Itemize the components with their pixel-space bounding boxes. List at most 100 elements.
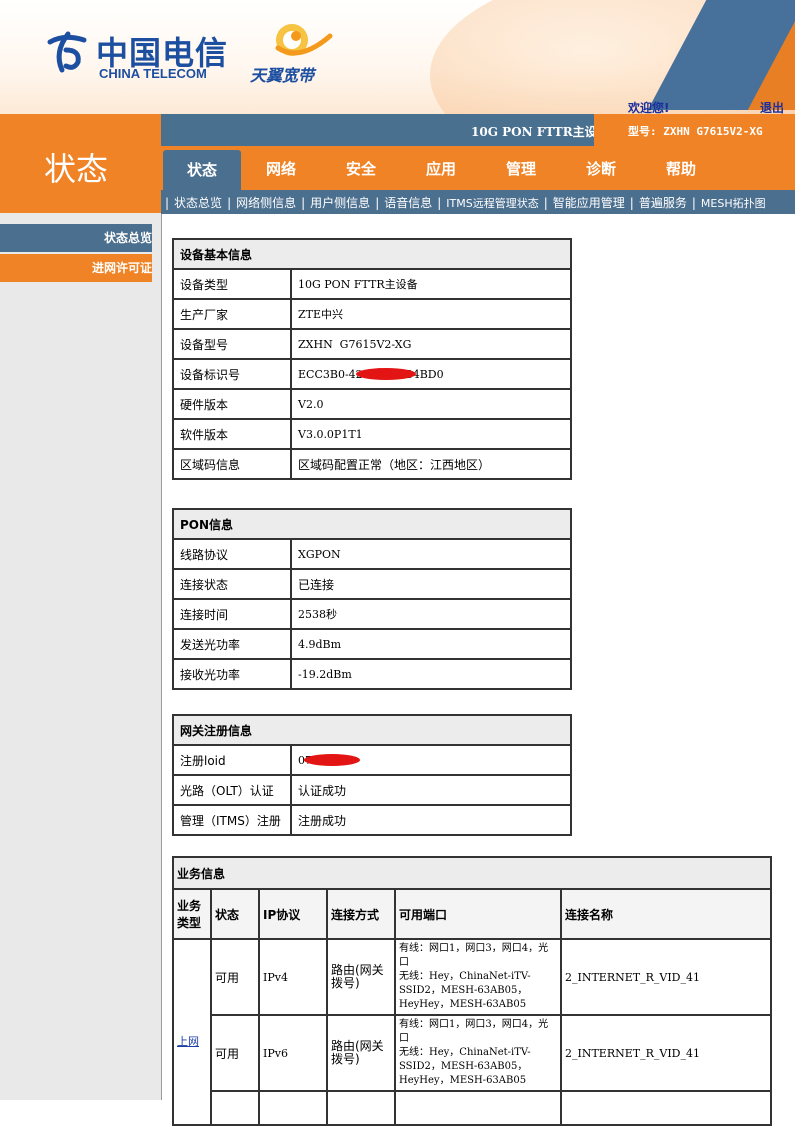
submenu-separator: |	[227, 196, 232, 210]
row-label: 光路（OLT）认证	[172, 774, 292, 806]
table-row: 注册loid07 96	[172, 744, 572, 776]
submenu-network-side-info[interactable]: 网络侧信息	[236, 196, 296, 210]
row-value: 已连接	[290, 568, 572, 600]
model-label: 型号: ZXHN G7615V2-XG	[628, 125, 763, 138]
table-row: 光路（OLT）认证 认证成功	[172, 774, 572, 806]
logout-link[interactable]: 退出	[760, 99, 784, 114]
empty-cell	[394, 1090, 562, 1126]
table-row: 接收光功率 -19.2dBm	[172, 658, 572, 690]
device-info-table: 设备基本信息 设备类型 10G PON FTTR主设备 生产厂家 ZTE中兴 设备型…	[172, 238, 572, 480]
table-row: 软件版本 V3.0.0P1T1	[172, 418, 572, 450]
left-sidebar	[0, 213, 161, 1100]
row-value: V3.0.0P1T1	[290, 418, 572, 450]
table-row: 生产厂家 ZTE中兴	[172, 298, 572, 330]
model-badge: 型号: ZXHN G7615V2-XG	[594, 114, 795, 146]
row-value: 10G PON FTTR主设备	[290, 268, 572, 300]
device-info-bar: 10G PON FTTR主设备 型号: ZXHN G7615V2-XG	[161, 114, 795, 146]
available-ports-cell: 有线：网口1，网口3，网口4，光口 无线：Hey，ChinaNet-iTV-SS…	[394, 1014, 562, 1092]
row-label: 管理（ITMS）注册	[172, 804, 292, 836]
connection-mode-cell: 路由(网关拨号)	[326, 1014, 396, 1092]
row-label: 软件版本	[172, 418, 292, 450]
table-header-row: 业务类型 状态 IP协议 连接方式 可用端口 连接名称	[172, 888, 772, 940]
page-title: 状态	[44, 150, 109, 188]
pon-info-table: PON信息 线路协议 XGPON 连接状态 已连接 连接时间 2538秒 发送光功率 4…	[172, 508, 572, 690]
tab-help[interactable]: 帮助	[641, 146, 721, 190]
table-row: 设备型号 ZXHN G7615V2-XG	[172, 328, 572, 360]
row-value: 2538秒	[290, 598, 572, 630]
tab-diagnosis[interactable]: 诊断	[561, 146, 641, 190]
china-telecom-emblem-icon	[47, 31, 87, 73]
submenu-separator: |	[543, 196, 548, 210]
row-value: 区域码配置正常（地区：江西地区）	[290, 448, 572, 480]
row-value: V2.0	[290, 388, 572, 420]
row-value: XGPON	[290, 538, 572, 570]
status-cell: 可用	[210, 938, 260, 1016]
section-title-block: 状态	[0, 114, 161, 213]
row-value: 07 96	[290, 744, 572, 776]
tianyi-swirl-icon	[275, 24, 333, 56]
submenu-mesh-topology[interactable]: MESH拓扑图	[701, 197, 766, 210]
row-value: -19.2dBm	[290, 658, 572, 690]
empty-cell	[210, 1090, 260, 1126]
submenu-user-side-info[interactable]: 用户侧信息	[310, 196, 370, 210]
submenu-separator: |	[437, 196, 442, 210]
submenu-smart-app[interactable]: 智能应用管理	[553, 196, 625, 210]
sidebar-item-network-license[interactable]: 进网许可证	[0, 254, 152, 282]
row-value: 认证成功	[290, 774, 572, 806]
service-type-cell: 上网	[172, 938, 212, 1126]
row-label: 注册loid	[172, 744, 292, 776]
tab-security[interactable]: 安全	[321, 146, 401, 190]
table-row: 上网 可用 IPv4 路由(网关拨号) 有线：网口1，网口3，网口4，光口 无线…	[172, 938, 772, 1126]
column-header: 状态	[210, 888, 260, 940]
submenu-voice-info[interactable]: 语音信息	[384, 196, 432, 210]
gateway-info-title: 网关注册信息	[172, 714, 572, 746]
submenu-universal-service[interactable]: 普遍服务	[639, 196, 687, 210]
row-value: 4.9dBm	[290, 628, 572, 660]
empty-cell	[560, 1090, 772, 1126]
row-label: 设备类型	[172, 268, 292, 300]
business-info-title: 业务信息	[172, 856, 772, 890]
row-value: 注册成功	[290, 804, 572, 836]
tab-network[interactable]: 网络	[241, 146, 321, 190]
gateway-registration-table: 网关注册信息 注册loid07 96 光路（OLT）认证认证成功 管理（ITMS…	[172, 714, 572, 836]
business-info-table: 业务信息 业务类型 状态 IP协议 连接方式 可用端口 连接名称 上网 可用 I…	[172, 856, 772, 1126]
row-label: 硬件版本	[172, 388, 292, 420]
submenu-itms-status[interactable]: ITMS远程管理状态	[446, 197, 538, 210]
empty-cell	[326, 1090, 396, 1126]
column-header: 业务类型	[172, 888, 212, 940]
ip-protocol-cell: IPv6	[258, 1014, 328, 1092]
sub-nav-menu: | 状态总览 | 网络侧信息 | 用户侧信息 | 语音信息 | ITMS远程管理状态 | 智能应用管理…	[161, 190, 795, 214]
table-row: 连接时间 2538秒	[172, 598, 572, 630]
row-value: ZTE中兴	[290, 298, 572, 330]
pon-info-title: PON信息	[172, 508, 572, 540]
table-row: 发送光功率 4.9dBm	[172, 628, 572, 660]
sidebar-item-status-overview[interactable]: 状态总览	[0, 224, 152, 252]
tab-status[interactable]: 状态	[163, 150, 241, 190]
column-header: 可用端口	[394, 888, 562, 940]
row-label: 连接状态	[172, 568, 292, 600]
submenu-status-overview[interactable]: 状态总览	[174, 196, 222, 210]
row-label: 设备标识号	[172, 358, 292, 390]
table-row: 线路协议 XGPON	[172, 538, 572, 570]
device-info-title: 设备基本信息	[172, 238, 572, 270]
tab-management[interactable]: 管理	[481, 146, 561, 190]
row-label: 接收光功率	[172, 658, 292, 690]
table-row: 设备标识号 ECC3B0-4284 B4BD0	[172, 358, 572, 390]
submenu-separator: |	[165, 196, 170, 210]
row-value: ECC3B0-4284 B4BD0	[290, 358, 572, 390]
submenu-separator: |	[629, 196, 634, 210]
service-type-link[interactable]: 上网	[177, 1035, 199, 1048]
page-header: 中国电信 CHINA TELECOM 天翼宽带 欢迎您! 退出	[0, 0, 795, 114]
welcome-text: 欢迎您!	[628, 101, 670, 114]
redaction-mark	[356, 368, 416, 380]
table-row: 硬件版本 V2.0	[172, 388, 572, 420]
row-label: 连接时间	[172, 598, 292, 630]
tab-application[interactable]: 应用	[401, 146, 481, 190]
product-logo-text: 天翼宽带	[250, 66, 315, 85]
connection-name-cell: 2_INTERNET_R_VID_41	[560, 1014, 772, 1092]
row-label: 设备型号	[172, 328, 292, 360]
redaction-mark	[304, 754, 360, 766]
column-header: 连接方式	[326, 888, 396, 940]
main-nav-tabs: 状态 网络 安全 应用 管理 诊断 帮助	[161, 146, 795, 190]
row-label: 发送光功率	[172, 628, 292, 660]
